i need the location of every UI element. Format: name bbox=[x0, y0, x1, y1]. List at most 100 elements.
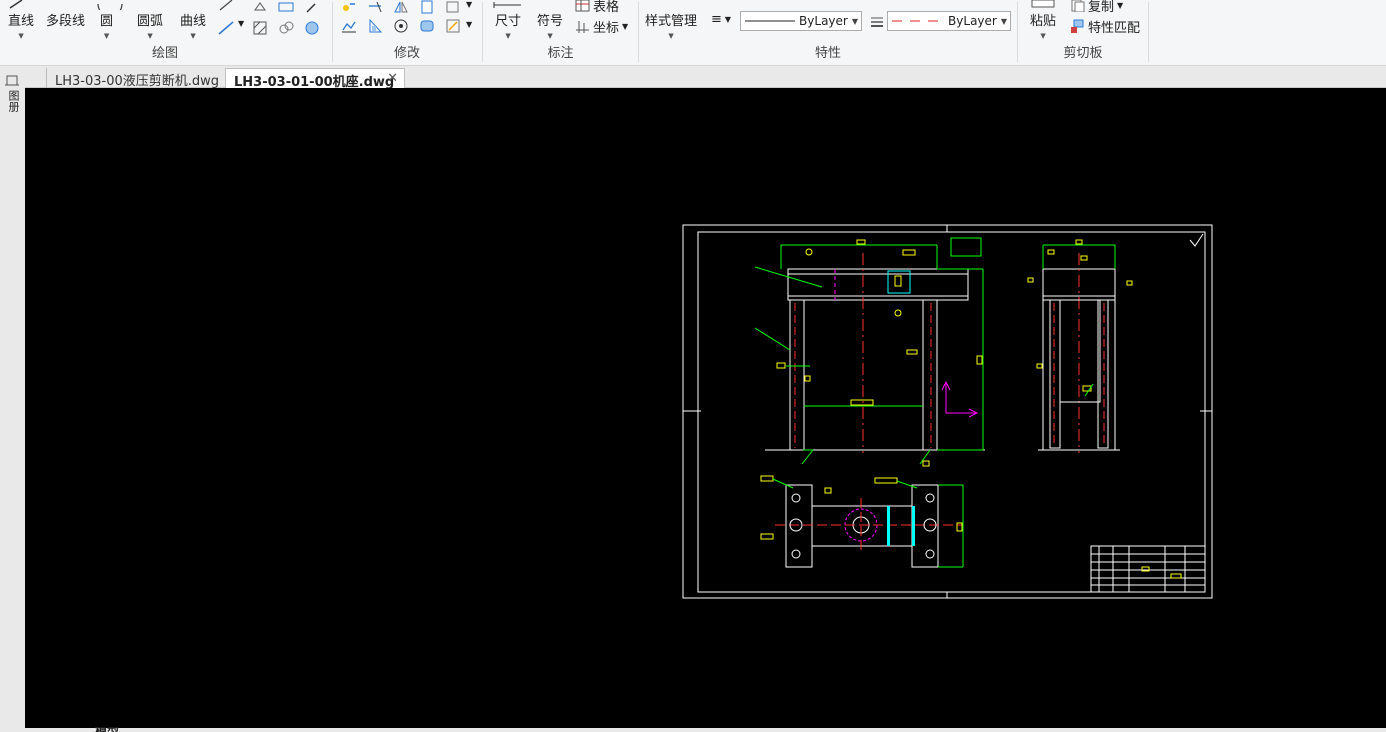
symbol-dropdown-icon: ▼ bbox=[547, 32, 553, 40]
array-icon[interactable] bbox=[445, 0, 461, 16]
coordinate-label: 坐标 bbox=[593, 21, 620, 36]
region-icon[interactable] bbox=[278, 20, 294, 36]
dimension-label: 尺寸 bbox=[495, 14, 522, 29]
properties-icon[interactable] bbox=[445, 18, 461, 34]
curve-button[interactable]: 曲线 ▼ bbox=[180, 8, 206, 41]
offset-icon[interactable] bbox=[419, 18, 435, 34]
arc-button[interactable]: 圆弧 ▼ bbox=[137, 8, 163, 41]
copy-dropdown-icon: ▼ bbox=[1117, 1, 1124, 10]
title-block bbox=[1090, 545, 1206, 593]
paste-button[interactable]: 粘贴 ▼ bbox=[1030, 0, 1057, 41]
copy-object-icon[interactable] bbox=[419, 0, 435, 16]
scale-icon[interactable] bbox=[367, 18, 383, 34]
line-icon bbox=[9, 0, 23, 9]
clipboard-group-label: 剪切板 bbox=[1063, 46, 1103, 61]
color-preview-icon bbox=[892, 20, 945, 22]
match-properties-icon bbox=[1071, 19, 1084, 33]
coordinate-button[interactable]: 坐标 ▼ bbox=[575, 17, 628, 36]
hatch-icon[interactable] bbox=[252, 20, 268, 36]
table-button[interactable]: 表格 bbox=[575, 0, 619, 15]
copy-button[interactable]: 复制 ▼ bbox=[1070, 0, 1123, 15]
curve-dropdown-icon: ▼ bbox=[190, 32, 196, 40]
paste-label: 粘贴 bbox=[1030, 14, 1057, 29]
paste-dropdown-icon: ▼ bbox=[1040, 32, 1046, 40]
match-properties-button[interactable]: 特性匹配 bbox=[1070, 17, 1140, 36]
rotate-icon[interactable] bbox=[393, 18, 409, 34]
line-label: 直线 bbox=[8, 14, 35, 29]
dimension-icon bbox=[493, 2, 521, 8]
lineweight-icon[interactable]: ≡ ▼ bbox=[711, 12, 731, 27]
construction-line-icon[interactable] bbox=[218, 20, 234, 36]
gradient-icon[interactable] bbox=[304, 20, 320, 36]
color-dropdown-icon: ▼ bbox=[1000, 16, 1007, 26]
modify-group: ▼ ▼ 修改 bbox=[333, 0, 481, 66]
ray-icon[interactable] bbox=[218, 0, 234, 16]
curve-label: 曲线 bbox=[180, 14, 207, 29]
line-button[interactable]: 直线 ▼ bbox=[8, 0, 35, 41]
properties-group-label: 特性 bbox=[814, 46, 841, 61]
circle-dropdown-icon: ▼ bbox=[103, 32, 110, 40]
annotate-group-label: 标注 bbox=[547, 46, 574, 61]
draw-group-label: 绘图 bbox=[151, 46, 178, 61]
style-manager-label: 样式管理 bbox=[645, 14, 698, 29]
match-properties-label: 特性匹配 bbox=[1088, 21, 1141, 36]
color-value: ByLayer bbox=[948, 14, 997, 28]
linetype-value: ByLayer bbox=[799, 14, 848, 28]
circle-button[interactable]: 圆 ▼ bbox=[97, 3, 123, 41]
construction-line-dropdown-icon[interactable]: ▼ bbox=[238, 19, 244, 28]
linetype-dropdown[interactable]: ByLayer ▼ bbox=[740, 11, 862, 31]
mirror-icon[interactable] bbox=[393, 0, 409, 16]
table-label: 表格 bbox=[593, 0, 620, 15]
style-manager-dropdown-icon: ▼ bbox=[668, 32, 674, 40]
tab-hydraulic-shear[interactable]: LH3-03-00液压剪断机.dwg bbox=[46, 68, 227, 89]
ribbon: 直线 ▼ 多段线 圆 ▼ 圆弧 ▼ 曲线 ▼ ▼ 绘图 ▼ ▼ 修改 尺寸 ▼ … bbox=[0, 0, 1386, 66]
left-side-strip: 图册 bbox=[0, 66, 25, 732]
array-dropdown-icon[interactable]: ▼ bbox=[466, 0, 472, 9]
copy-label: 复制 bbox=[1088, 0, 1115, 15]
dimension-dropdown-icon: ▼ bbox=[505, 32, 511, 40]
clipboard-group: 粘贴 ▼ 复制 ▼ 特性匹配 剪切板 bbox=[1018, 0, 1148, 66]
linetype-preview-icon bbox=[745, 20, 796, 22]
drawing-canvas[interactable] bbox=[25, 88, 1386, 729]
side-view bbox=[1027, 239, 1133, 453]
layout-tab-bar: 模型 bbox=[25, 727, 1386, 732]
trim-icon[interactable] bbox=[367, 0, 383, 16]
ribbon-separator bbox=[1148, 2, 1149, 62]
point-icon[interactable] bbox=[304, 0, 320, 16]
draw-group: 直线 ▼ 多段线 圆 ▼ 圆弧 ▼ 曲线 ▼ ▼ 绘图 bbox=[0, 0, 330, 66]
arc-label: 圆弧 bbox=[137, 14, 164, 29]
linetype-dropdown-icon: ▼ bbox=[851, 16, 858, 26]
circle-icon bbox=[97, 3, 123, 10]
symbol-label: 符号 bbox=[537, 14, 564, 29]
circle-label: 圆 bbox=[100, 14, 114, 29]
tab-model[interactable]: 模型 bbox=[95, 727, 135, 732]
front-view bbox=[754, 237, 985, 467]
tab-machine-base[interactable]: LH3-03-01-00机座.dwg ✕ bbox=[225, 68, 405, 90]
tab-label: LH3-03-00液压剪断机.dwg bbox=[55, 74, 220, 89]
color-dropdown[interactable]: ByLayer ▼ bbox=[887, 11, 1011, 31]
symbol-button[interactable]: 符号 ▼ bbox=[537, 8, 563, 41]
document-tab-bar: LH3-03-00液压剪断机.dwg LH3-03-01-00机座.dwg ✕ bbox=[0, 66, 1386, 90]
move-icon[interactable] bbox=[341, 0, 357, 16]
stretch-icon[interactable] bbox=[341, 18, 357, 34]
lineweight-list-icon[interactable] bbox=[869, 14, 885, 30]
properties-dropdown-icon[interactable]: ▼ bbox=[466, 20, 472, 29]
polyline-button[interactable]: 多段线 bbox=[46, 8, 85, 29]
polygon-icon[interactable] bbox=[252, 0, 268, 16]
pin-icon[interactable] bbox=[5, 74, 21, 88]
cad-drawing[interactable] bbox=[25, 88, 1386, 729]
polyline-label: 多段线 bbox=[46, 14, 86, 29]
sheet-outer-border bbox=[682, 224, 1213, 599]
table-icon bbox=[575, 0, 590, 12]
dimension-button[interactable]: 尺寸 ▼ bbox=[493, 2, 522, 41]
arc-dropdown-icon: ▼ bbox=[147, 32, 153, 40]
coordinate-dropdown-icon: ▼ bbox=[622, 22, 629, 31]
properties-group: 样式管理 ▼ ≡ ▼ ByLayer ▼ ByLayer ▼ 特性 bbox=[639, 0, 1017, 66]
drawing-set-label[interactable]: 图册 bbox=[5, 90, 20, 112]
rectangle-icon[interactable] bbox=[278, 0, 294, 16]
coordinate-icon bbox=[576, 21, 589, 33]
close-tab-icon[interactable]: ✕ bbox=[387, 71, 398, 86]
style-manager-button[interactable]: 样式管理 ▼ bbox=[645, 8, 697, 41]
modify-group-label: 修改 bbox=[393, 46, 420, 61]
annotate-group: 尺寸 ▼ 符号 ▼ 表格 坐标 ▼ 标注 bbox=[483, 0, 638, 66]
